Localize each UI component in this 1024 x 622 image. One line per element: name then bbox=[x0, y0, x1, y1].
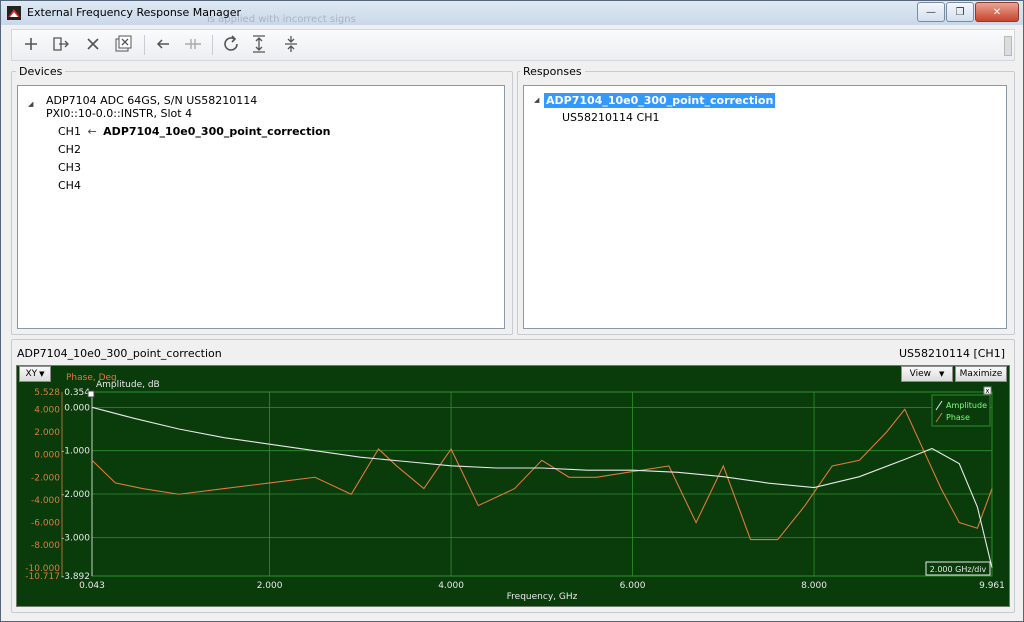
chevron-down-icon: ▼ bbox=[938, 370, 945, 378]
responses-tree[interactable]: ◢ ADP7104_10e0_300_point_correction US58… bbox=[523, 85, 1007, 329]
ghost-tooltip-text: is applied with incorrect signs bbox=[207, 14, 356, 25]
x-tick-label: 9.961 bbox=[979, 581, 1005, 591]
phase-tick-label: 5.528 bbox=[34, 388, 60, 398]
apply-button[interactable] bbox=[50, 33, 72, 55]
unassign-icon bbox=[185, 39, 201, 49]
expand-all-button[interactable] bbox=[248, 33, 270, 55]
amplitude-tick-label: -1.000 bbox=[61, 447, 90, 457]
response-item-selected[interactable]: ADP7104_10e0_300_point_correction bbox=[544, 93, 776, 108]
chevron-down-icon: ▼ bbox=[39, 370, 45, 378]
amplitude-tick-label: 0.000 bbox=[64, 403, 90, 413]
devices-tree[interactable]: ◢ ADP7104 ADC 64GS, S/N US58210114 PXI0:… bbox=[17, 85, 505, 329]
x-tick-label: 6.000 bbox=[620, 581, 646, 591]
toolbar bbox=[11, 29, 1015, 61]
restore-button[interactable]: ❐ bbox=[946, 2, 974, 22]
assign-button[interactable] bbox=[152, 33, 174, 55]
phase-tick-label: 4.000 bbox=[34, 405, 60, 415]
legend-amplitude-label: Amplitude bbox=[946, 401, 987, 410]
xy-dropdown-button[interactable]: XY ▼ bbox=[19, 366, 51, 382]
phase-series-line bbox=[91, 408, 993, 541]
view-dropdown-button[interactable]: View ▼ bbox=[901, 366, 953, 382]
x-tick-label: 2.000 bbox=[257, 581, 283, 591]
x-axis-label: Frequency, GHz bbox=[507, 592, 578, 602]
remove-all-icon bbox=[115, 35, 132, 52]
minimize-button[interactable]: — bbox=[917, 2, 945, 22]
amplitude-tick-label: -3.892 bbox=[61, 572, 90, 582]
legend-close-icon: x bbox=[985, 387, 989, 395]
remove-button[interactable] bbox=[82, 33, 104, 55]
close-window-button[interactable]: ✕ bbox=[975, 2, 1019, 22]
title-bar[interactable]: External Frequency Response Manager — ❐ … bbox=[1, 1, 1023, 25]
tree-item-ch4[interactable]: CH4 bbox=[58, 179, 81, 192]
toolbar-overflow-grip[interactable] bbox=[1004, 36, 1012, 56]
x-tick-label: 0.043 bbox=[79, 581, 105, 591]
graph-title: ADP7104_10e0_300_point_correction bbox=[17, 347, 222, 360]
minimize-icon: — bbox=[926, 6, 936, 18]
channel-name: CH4 bbox=[58, 179, 81, 192]
apply-icon bbox=[53, 37, 69, 51]
refresh-button[interactable] bbox=[220, 33, 242, 55]
collapse-triangle-icon[interactable]: ◢ bbox=[534, 96, 539, 104]
arrow-left-icon: ← bbox=[87, 125, 97, 138]
phase-tick-label: -10.717 bbox=[25, 572, 60, 582]
channel-name: CH3 bbox=[58, 161, 81, 174]
response-child-item[interactable]: US58210114 CH1 bbox=[562, 111, 659, 124]
phase-tick-label: -4.000 bbox=[31, 496, 60, 506]
channel-name: CH1 bbox=[58, 125, 81, 138]
amplitude-tick-label: 0.354 bbox=[64, 388, 90, 398]
phase-tick-label: -2.000 bbox=[31, 473, 60, 483]
graph-source: US58210114 [CH1] bbox=[898, 347, 1005, 360]
x-icon bbox=[87, 38, 99, 50]
restore-icon: ❐ bbox=[955, 6, 965, 18]
maximize-button[interactable]: Maximize bbox=[955, 366, 1007, 382]
amplitude-tick-label: -3.000 bbox=[61, 533, 90, 543]
app-window: External Frequency Response Manager — ❐ … bbox=[0, 0, 1024, 622]
legend-phase-label: Phase bbox=[946, 413, 970, 422]
device-address: PXI0::10-0.0::INSTR, Slot 4 bbox=[46, 107, 193, 120]
unassign-button[interactable] bbox=[182, 33, 204, 55]
phase-tick-label: -8.000 bbox=[31, 541, 60, 551]
devices-label: Devices bbox=[16, 65, 66, 78]
amplitude-series-line bbox=[91, 406, 993, 568]
remove-all-button[interactable] bbox=[112, 33, 134, 55]
device-name[interactable]: ADP7104 ADC 64GS, S/N US58210114 bbox=[46, 94, 257, 107]
chart-svg: 0.043 2.000 4.000 6.000 8.000 9.961 0.354 0.000… bbox=[25, 373, 1005, 602]
frequency-response-plot[interactable]: 0.043 2.000 4.000 6.000 8.000 9.961 0.354 0.000… bbox=[16, 365, 1010, 607]
amplitude-tick-label: -2.000 bbox=[61, 490, 90, 500]
close-icon: ✕ bbox=[992, 6, 1002, 18]
view-label: View bbox=[909, 369, 931, 379]
scale-readout: 2.000 GHz/div bbox=[930, 565, 987, 574]
x-tick-label: 4.000 bbox=[438, 581, 464, 591]
channel-name: CH2 bbox=[58, 143, 81, 156]
tree-item-ch2[interactable]: CH2 bbox=[58, 143, 81, 156]
assigned-response: ADP7104_10e0_300_point_correction bbox=[103, 125, 331, 138]
add-button[interactable] bbox=[20, 33, 42, 55]
x-tick-label: 8.000 bbox=[801, 581, 827, 591]
axis-cursor-marker bbox=[87, 390, 95, 398]
refresh-icon bbox=[224, 35, 238, 51]
xy-label: XY bbox=[25, 369, 38, 379]
app-logo-icon bbox=[7, 6, 21, 20]
tree-item-ch1[interactable]: CH1 ← ADP7104_10e0_300_point_correction bbox=[58, 125, 331, 138]
tree-item-ch3[interactable]: CH3 bbox=[58, 161, 81, 174]
phase-tick-label: -6.000 bbox=[31, 519, 60, 529]
plus-icon bbox=[25, 38, 37, 50]
collapse-all-button[interactable] bbox=[280, 33, 302, 55]
plot-area-frame bbox=[91, 391, 993, 577]
phase-tick-label: 2.000 bbox=[34, 428, 60, 438]
collapse-all-icon bbox=[285, 36, 297, 52]
expand-all-icon bbox=[253, 35, 265, 53]
collapse-triangle-icon[interactable]: ◢ bbox=[28, 100, 33, 108]
phase-tick-label: 0.000 bbox=[34, 451, 60, 461]
amplitude-axis-label: Amplitude, dB bbox=[96, 380, 160, 390]
arrow-left-icon bbox=[156, 39, 169, 49]
responses-label: Responses bbox=[520, 65, 585, 78]
